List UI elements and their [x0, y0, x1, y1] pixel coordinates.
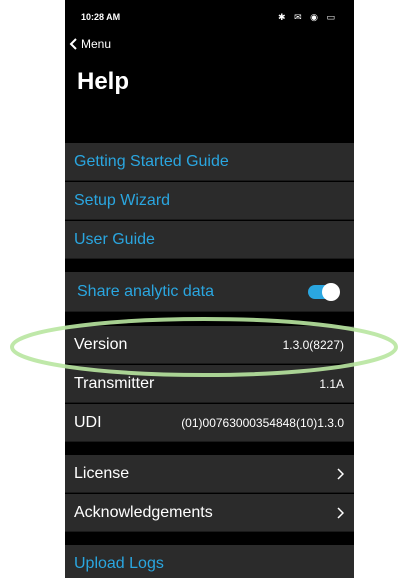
phone-screen: 10:28 AM ✱ ✉ ◉ ▭ Menu Help Getting Start… [65, 0, 354, 578]
upload-logs-link[interactable]: Upload Logs [65, 545, 354, 578]
toggle-knob [322, 282, 340, 301]
getting-started-guide-link[interactable]: Getting Started Guide [65, 143, 354, 181]
acknowledgements-label: Acknowledgements [74, 503, 213, 521]
status-icons: ✱ ✉ ◉ ▭ [278, 12, 338, 22]
setup-wizard-link[interactable]: Setup Wizard [65, 182, 354, 220]
acknowledgements-row[interactable]: Acknowledgements [65, 494, 354, 532]
chevron-right-icon [336, 467, 344, 480]
setup-wizard-label: Setup Wizard [74, 191, 171, 209]
status-bar: 10:28 AM ✱ ✉ ◉ ▭ [65, 10, 354, 28]
getting-started-label: Getting Started Guide [74, 152, 229, 170]
back-label: Menu [81, 37, 112, 51]
udi-value: (01)00763000354848(10)1.3.0 [181, 415, 344, 430]
transmitter-row: Transmitter 1.1A [65, 365, 354, 403]
back-button[interactable]: Menu [69, 37, 111, 51]
license-row[interactable]: License [65, 455, 354, 493]
user-guide-label: User Guide [74, 230, 155, 248]
share-analytic-toggle[interactable] [308, 282, 340, 301]
chevron-right-icon [336, 506, 344, 519]
udi-row: UDI (01)00763000354848(10)1.3.0 [65, 404, 354, 442]
transmitter-label: Transmitter [74, 374, 155, 392]
license-label: License [74, 464, 130, 482]
share-analytic-row: Share analytic data [65, 272, 354, 312]
status-time: 10:28 AM [81, 12, 121, 22]
chevron-left-icon [69, 38, 77, 50]
transmitter-value: 1.1A [319, 376, 344, 391]
version-value: 1.3.0(8227) [282, 337, 344, 352]
version-label: Version [74, 335, 128, 353]
user-guide-link[interactable]: User Guide [65, 221, 354, 259]
udi-label: UDI [74, 413, 102, 431]
share-analytic-label: Share analytic data [77, 282, 214, 300]
version-row: Version 1.3.0(8227) [65, 326, 354, 364]
page-title: Help [77, 68, 130, 95]
upload-logs-label: Upload Logs [74, 554, 164, 572]
